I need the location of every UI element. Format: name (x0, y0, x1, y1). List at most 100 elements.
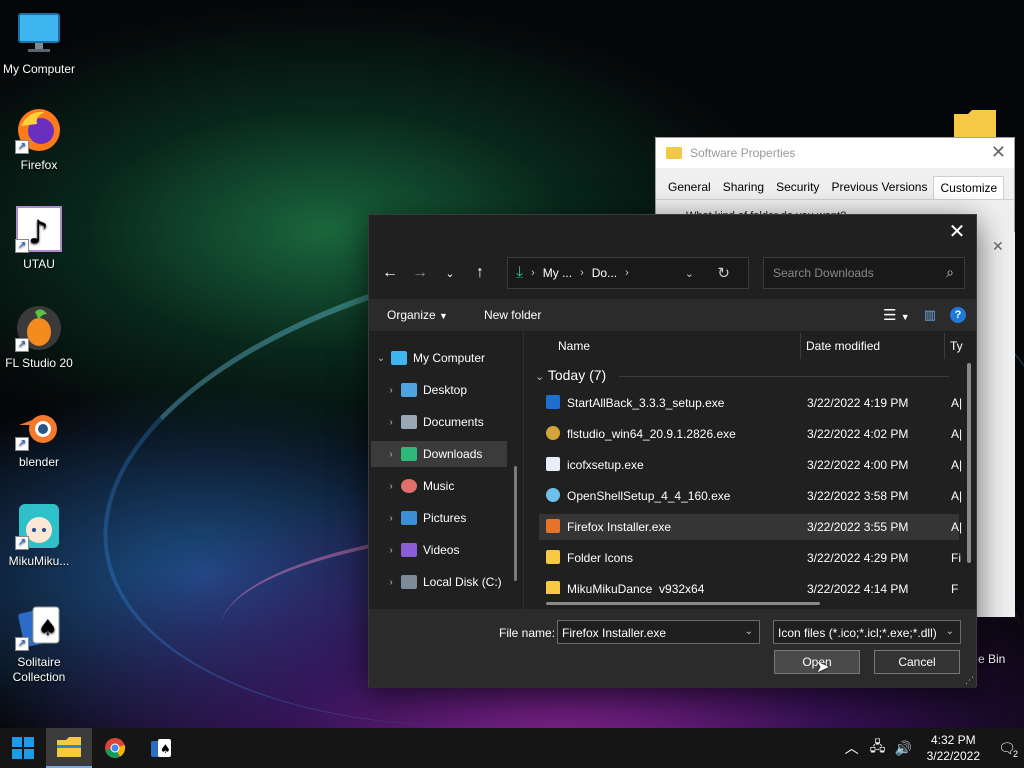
column-separator[interactable] (944, 333, 945, 359)
column-header-date[interactable]: Date modified (806, 339, 880, 353)
command-toolbar: Organize ▼ New folder ☰ ▼ ▥ ? (369, 299, 976, 331)
collapsed-chevron-icon[interactable]: › (381, 385, 401, 396)
tab-general[interactable]: General (662, 176, 717, 199)
taskbar-chrome[interactable] (92, 728, 138, 768)
forward-arrow-icon[interactable]: → (405, 264, 435, 282)
dialog-close-button[interactable]: ✕ (946, 219, 968, 244)
breadcrumb-my-computer[interactable]: My ... (543, 266, 572, 280)
list-item-selected[interactable]: Firefox Installer.exe 3/22/2022 3:55 PM … (539, 514, 962, 540)
preview-pane-icon[interactable]: ▥ (924, 307, 936, 323)
list-item[interactable]: icofxsetup.exe 3/22/2022 4:00 PM A| (539, 452, 962, 478)
nav-item-videos[interactable]: › Videos (371, 537, 507, 563)
properties-title-bar[interactable]: Software Properties (656, 138, 1014, 168)
nav-item-documents[interactable]: › Documents (371, 409, 507, 435)
shortcut-arrow-icon: ↗ (15, 338, 29, 352)
column-headers: Name Date modified Ty (529, 331, 976, 361)
background-window-close-icon[interactable]: ✕ (992, 238, 1004, 255)
list-item[interactable]: OpenShellSetup_4_4_160.exe 3/22/2022 3:5… (539, 483, 962, 509)
nav-item-music[interactable]: › Music (371, 473, 507, 499)
group-header-today[interactable]: ⌄ Today (7) (535, 367, 606, 383)
collapsed-chevron-icon[interactable]: › (381, 449, 401, 460)
list-item[interactable]: Folder Icons 3/22/2022 4:29 PM Fi (539, 545, 961, 571)
organize-button[interactable]: Organize ▼ (369, 308, 466, 322)
nav-item-desktop[interactable]: › Desktop (371, 377, 507, 403)
nav-item-my-computer[interactable]: ⌄ My Computer (371, 345, 507, 371)
start-button[interactable] (0, 728, 46, 768)
recycle-bin-label[interactable]: e Bin (978, 652, 1005, 666)
resize-grip-icon[interactable]: ⋰ (965, 675, 974, 686)
desktop-icon-utau[interactable]: ♪ ↗ UTAU (0, 205, 78, 272)
nav-label: Music (423, 479, 455, 493)
notifications-icon[interactable]: 🗨 2 (990, 740, 1024, 759)
network-icon[interactable]: 🖧 (865, 736, 891, 760)
nav-item-downloads[interactable]: › Downloads (371, 441, 507, 467)
collapsed-chevron-icon[interactable]: › (381, 577, 401, 588)
desktop-icon-label: My Computer (2, 62, 76, 76)
file-type: Fi (951, 551, 961, 565)
folder-icon (546, 581, 560, 594)
collapsed-chevron-icon[interactable]: › (381, 481, 401, 492)
collapsed-chevron-icon[interactable]: › (381, 513, 401, 524)
address-bar[interactable]: ⤓ › My ... › Do... › ⌄ ↻ (507, 257, 749, 289)
show-hidden-icons-chevron-icon[interactable]: ︿ (839, 738, 865, 758)
nav-item-pictures[interactable]: › Pictures (371, 505, 507, 531)
desktop-icon-fl-studio[interactable]: ↗ FL Studio 20 (0, 304, 78, 371)
tab-customize[interactable]: Customize (933, 176, 1005, 199)
desktop-folder-icon[interactable] (954, 110, 996, 138)
expanded-chevron-icon[interactable]: ⌄ (371, 353, 391, 364)
desktop-icon-blender[interactable]: ↗ blender (0, 403, 78, 470)
file-type-filter-select[interactable]: Icon files (*.ico;*.icl;*.exe;*.dll) ⌄ (773, 620, 961, 644)
back-arrow-icon[interactable]: ← (375, 264, 405, 282)
chevron-down-icon[interactable]: ⌄ (745, 626, 753, 637)
search-input[interactable]: Search Downloads ⌕ (763, 257, 965, 289)
desktop-icon-solitaire[interactable]: ♠ ↗ Solitaire Collection (0, 603, 78, 685)
desktop-icon-firefox[interactable]: ↗ Firefox (0, 106, 78, 173)
horizontal-scrollbar[interactable] (546, 602, 820, 605)
svg-text:♠: ♠ (38, 616, 58, 641)
refresh-icon[interactable]: ↻ (717, 264, 730, 282)
desktop-icon-label: UTAU (23, 257, 55, 271)
cancel-button[interactable]: Cancel (874, 650, 960, 674)
list-item[interactable]: StartAllBack_3.3.3_setup.exe 3/22/2022 4… (539, 390, 962, 416)
desktop-icon-label: Firefox (20, 158, 58, 172)
tab-previous-versions[interactable]: Previous Versions (825, 176, 933, 199)
properties-close-button[interactable]: ✕ (991, 142, 1006, 163)
installer-icon (546, 395, 560, 409)
file-name-field[interactable]: Firefox Installer.exe ⌄ (557, 620, 760, 644)
collapsed-chevron-icon[interactable]: › (381, 545, 401, 556)
taskbar-solitaire[interactable]: ♠ (138, 728, 184, 768)
group-collapse-chevron-icon[interactable]: ⌄ (535, 371, 544, 383)
desktop-icon-mikumikudance[interactable]: ↗ MikuMiku... (0, 502, 78, 569)
help-icon[interactable]: ? (950, 307, 966, 323)
clock[interactable]: 4:32 PM 3/22/2022 (917, 732, 990, 764)
chevron-down-icon[interactable]: ⌄ (946, 626, 954, 637)
navigation-scrollbar[interactable] (514, 466, 517, 581)
vertical-scrollbar[interactable] (967, 363, 971, 563)
address-dropdown-icon[interactable]: ⌄ (685, 267, 694, 280)
shortcut-arrow-icon: ↗ (15, 140, 29, 154)
tab-sharing[interactable]: Sharing (717, 176, 770, 199)
list-item[interactable]: flstudio_win64_20.9.1.2826.exe 3/22/2022… (539, 421, 962, 447)
desktop-icon-my-computer[interactable]: My Computer (0, 10, 78, 77)
new-folder-button[interactable]: New folder (466, 308, 559, 322)
column-separator[interactable] (800, 333, 801, 359)
column-header-name[interactable]: Name (558, 339, 590, 353)
up-arrow-icon[interactable]: ↑ (465, 264, 495, 282)
column-header-type[interactable]: Ty (950, 339, 963, 353)
clock-date: 3/22/2022 (926, 749, 980, 763)
view-options-icon[interactable]: ☰ ▼ (883, 306, 910, 324)
fl-studio-icon: ↗ (15, 304, 63, 352)
nav-item-local-disk[interactable]: › Local Disk (C:) (371, 569, 507, 595)
blender-icon: ↗ (15, 403, 63, 451)
collapsed-chevron-icon[interactable]: › (381, 417, 401, 428)
taskbar-file-explorer[interactable] (46, 728, 92, 768)
breadcrumb-downloads[interactable]: Do... (592, 266, 617, 280)
desktop-icon-label: Solitaire Collection (12, 655, 66, 684)
navigation-bar: ← → ⌄ ↑ ⤓ › My ... › Do... › ⌄ ↻ Search … (369, 255, 976, 291)
tab-security[interactable]: Security (770, 176, 825, 199)
recent-locations-chevron-icon[interactable]: ⌄ (435, 267, 465, 280)
file-type: Fi (951, 582, 959, 594)
pictures-icon (401, 511, 417, 525)
list-item[interactable]: MikuMikuDance_v932x64 3/22/2022 4:14 PM … (539, 576, 959, 594)
volume-icon[interactable]: 🔊 (891, 740, 917, 757)
